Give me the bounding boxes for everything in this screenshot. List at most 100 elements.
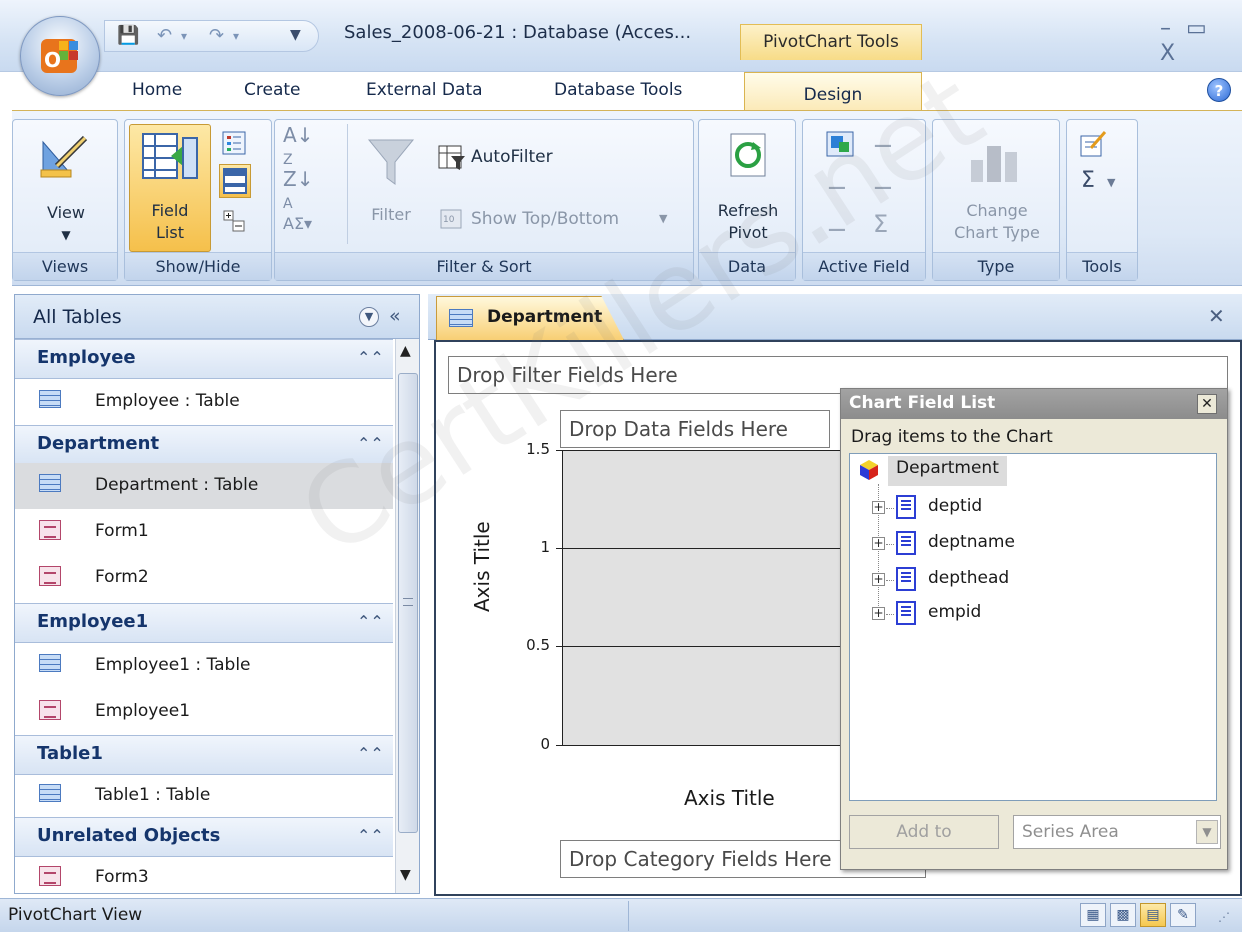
customize-qat-icon[interactable]: ▼ bbox=[290, 24, 301, 46]
expand-plus-icon[interactable]: + bbox=[872, 537, 885, 550]
show-top-bottom-dropdown-icon: ▼ bbox=[659, 212, 668, 225]
grip-icon bbox=[403, 598, 413, 606]
nav-item-label: Form2 bbox=[95, 567, 149, 587]
nav-group-employee[interactable]: Employee ⌃⌃ bbox=[15, 339, 393, 379]
nav-item-department-table[interactable]: Department : Table bbox=[15, 463, 393, 509]
nav-group-department[interactable]: Department ⌃⌃ bbox=[15, 425, 393, 465]
office-button[interactable]: O bbox=[20, 16, 100, 96]
change-chart-type-label-1: Change bbox=[966, 201, 1028, 220]
resize-grip-icon[interactable]: ⋰ bbox=[1218, 910, 1230, 924]
form-icon bbox=[39, 566, 61, 586]
nav-group-label: Department bbox=[37, 433, 160, 454]
undo-dropdown-icon[interactable]: ▾ bbox=[181, 25, 187, 47]
expand-plus-icon[interactable]: + bbox=[872, 573, 885, 586]
nav-item-employee1-table[interactable]: Employee1 : Table bbox=[15, 643, 393, 689]
document-tab-department[interactable]: Department bbox=[436, 296, 624, 340]
expand-collapse-icon[interactable] bbox=[221, 208, 247, 234]
drop-zones-button[interactable] bbox=[219, 164, 251, 198]
expand-plus-icon[interactable]: + bbox=[872, 501, 885, 514]
tab-external-data[interactable]: External Data bbox=[366, 80, 483, 110]
shutter-bar-collapse-icon[interactable]: « bbox=[389, 305, 401, 327]
x-axis-title[interactable]: Axis Title bbox=[684, 786, 775, 810]
collapse-icon[interactable]: ⌃⌃ bbox=[357, 744, 384, 763]
document-tab-label: Department bbox=[487, 307, 603, 327]
nav-item-label: Employee1 bbox=[95, 701, 191, 721]
datasheet-view-icon[interactable]: ▦ bbox=[1080, 903, 1106, 927]
nav-item-employee-table[interactable]: Employee : Table bbox=[15, 379, 393, 425]
y-tick-label: 1 bbox=[540, 538, 550, 556]
nav-pane-title[interactable]: All Tables bbox=[33, 306, 122, 328]
redo-dropdown-icon[interactable]: ▾ bbox=[233, 25, 239, 47]
nav-item-form3[interactable]: Form3 bbox=[15, 855, 393, 893]
chart-field-list-titlebar[interactable]: Chart Field List bbox=[841, 389, 1227, 419]
save-icon[interactable]: 💾 bbox=[117, 25, 139, 47]
tree-field-depthead[interactable]: + depthead bbox=[850, 564, 1216, 596]
tab-home[interactable]: Home bbox=[132, 80, 182, 110]
chevron-down-icon[interactable]: ▼ bbox=[1196, 820, 1218, 844]
change-chart-type-label-2: Chart Type bbox=[954, 223, 1040, 242]
scroll-down-icon[interactable]: ▼ bbox=[400, 867, 411, 883]
add-to-button[interactable]: Add to bbox=[849, 815, 999, 849]
nav-item-table1-table[interactable]: Table1 : Table bbox=[15, 773, 393, 819]
nav-group-employee1[interactable]: Employee1 ⌃⌃ bbox=[15, 603, 393, 643]
pivottable-view-icon[interactable]: ▩ bbox=[1110, 903, 1136, 927]
autocalc-dropdown-icon[interactable]: ▼ bbox=[1107, 176, 1115, 189]
undo-icon[interactable]: ↶ bbox=[157, 25, 172, 47]
view-button-label[interactable]: View bbox=[13, 202, 119, 224]
scroll-thumb[interactable] bbox=[398, 373, 418, 833]
close-document-icon[interactable]: ✕ bbox=[1208, 304, 1225, 328]
nav-group-label: Unrelated Objects bbox=[37, 825, 221, 846]
tree-field-empid[interactable]: + empid bbox=[850, 598, 1216, 630]
refresh-pivot-icon bbox=[730, 133, 766, 177]
scroll-up-icon[interactable]: ▲ bbox=[400, 343, 411, 359]
show-hide-group: Field List Show/Hide bbox=[124, 119, 272, 281]
field-tree[interactable]: Department + deptid + deptname + depthea… bbox=[849, 453, 1217, 801]
chart-plot-area[interactable] bbox=[563, 450, 863, 746]
collapse-icon[interactable]: ⌃⌃ bbox=[357, 612, 384, 631]
quick-access-toolbar: 💾 ↶ ▾ ↷ ▾ bbox=[104, 20, 319, 52]
expand-plus-icon[interactable]: + bbox=[872, 607, 885, 620]
field-settings-icon[interactable] bbox=[825, 130, 855, 158]
refresh-label-2[interactable]: Pivot bbox=[699, 222, 797, 244]
filter-sort-group-label: Filter & Sort bbox=[275, 252, 693, 280]
autofilter-button[interactable]: AutoFilter bbox=[471, 146, 553, 168]
nav-item-employee1-form[interactable]: Employee1 bbox=[15, 689, 393, 735]
legend-icon[interactable] bbox=[221, 130, 247, 156]
tree-root-department[interactable]: Department bbox=[888, 456, 1007, 486]
gridline-1 bbox=[556, 548, 846, 549]
filter-icon bbox=[367, 139, 415, 185]
field-label: deptid bbox=[928, 496, 983, 516]
collapse-icon[interactable]: ⌃⌃ bbox=[357, 434, 384, 453]
nav-menu-dropdown-icon[interactable]: ▼ bbox=[359, 307, 379, 327]
view-dropdown-icon[interactable]: ▼ bbox=[13, 224, 119, 246]
target-area-select[interactable]: Series Area ▼ bbox=[1013, 815, 1221, 849]
design-view-icon[interactable]: ✎ bbox=[1170, 903, 1196, 927]
table-icon bbox=[39, 474, 61, 492]
tab-design[interactable]: Design bbox=[744, 72, 922, 114]
collapse-icon[interactable]: ⌃⌃ bbox=[357, 826, 384, 845]
drop-data-fields-zone[interactable]: Drop Data Fields Here bbox=[560, 410, 830, 448]
nav-scrollbar[interactable]: ▲ ▼ bbox=[395, 339, 419, 893]
tab-database-tools[interactable]: Database Tools bbox=[554, 80, 682, 110]
y-axis-title[interactable]: Axis Title bbox=[470, 521, 494, 612]
table-icon bbox=[39, 784, 61, 802]
tree-field-deptname[interactable]: + deptname bbox=[850, 528, 1216, 560]
tab-create[interactable]: Create bbox=[244, 80, 301, 110]
nav-item-form2[interactable]: Form2 bbox=[15, 555, 393, 601]
window-controls[interactable]: – ▭ X bbox=[1160, 16, 1240, 66]
help-icon[interactable]: ? bbox=[1207, 78, 1231, 102]
field-icon bbox=[896, 495, 916, 519]
nav-group-table1[interactable]: Table1 ⌃⌃ bbox=[15, 735, 393, 775]
nav-group-unrelated-objects[interactable]: Unrelated Objects ⌃⌃ bbox=[15, 817, 393, 857]
autocalc-icon[interactable]: Σ bbox=[1081, 168, 1095, 193]
tree-field-deptid[interactable]: + deptid bbox=[850, 492, 1216, 524]
collapse-icon[interactable]: ⌃⌃ bbox=[357, 348, 384, 367]
pivotchart-view-icon[interactable]: ▤ bbox=[1140, 903, 1166, 927]
nav-item-form1[interactable]: Form1 bbox=[15, 509, 393, 555]
show-top-bottom-icon: 10 bbox=[440, 209, 462, 229]
redo-icon[interactable]: ↷ bbox=[209, 25, 224, 47]
refresh-label-1[interactable]: Refresh bbox=[699, 200, 797, 222]
nav-item-label: Employee : Table bbox=[95, 391, 240, 411]
property-sheet-icon[interactable] bbox=[1079, 130, 1107, 158]
close-icon[interactable]: ✕ bbox=[1197, 394, 1217, 414]
